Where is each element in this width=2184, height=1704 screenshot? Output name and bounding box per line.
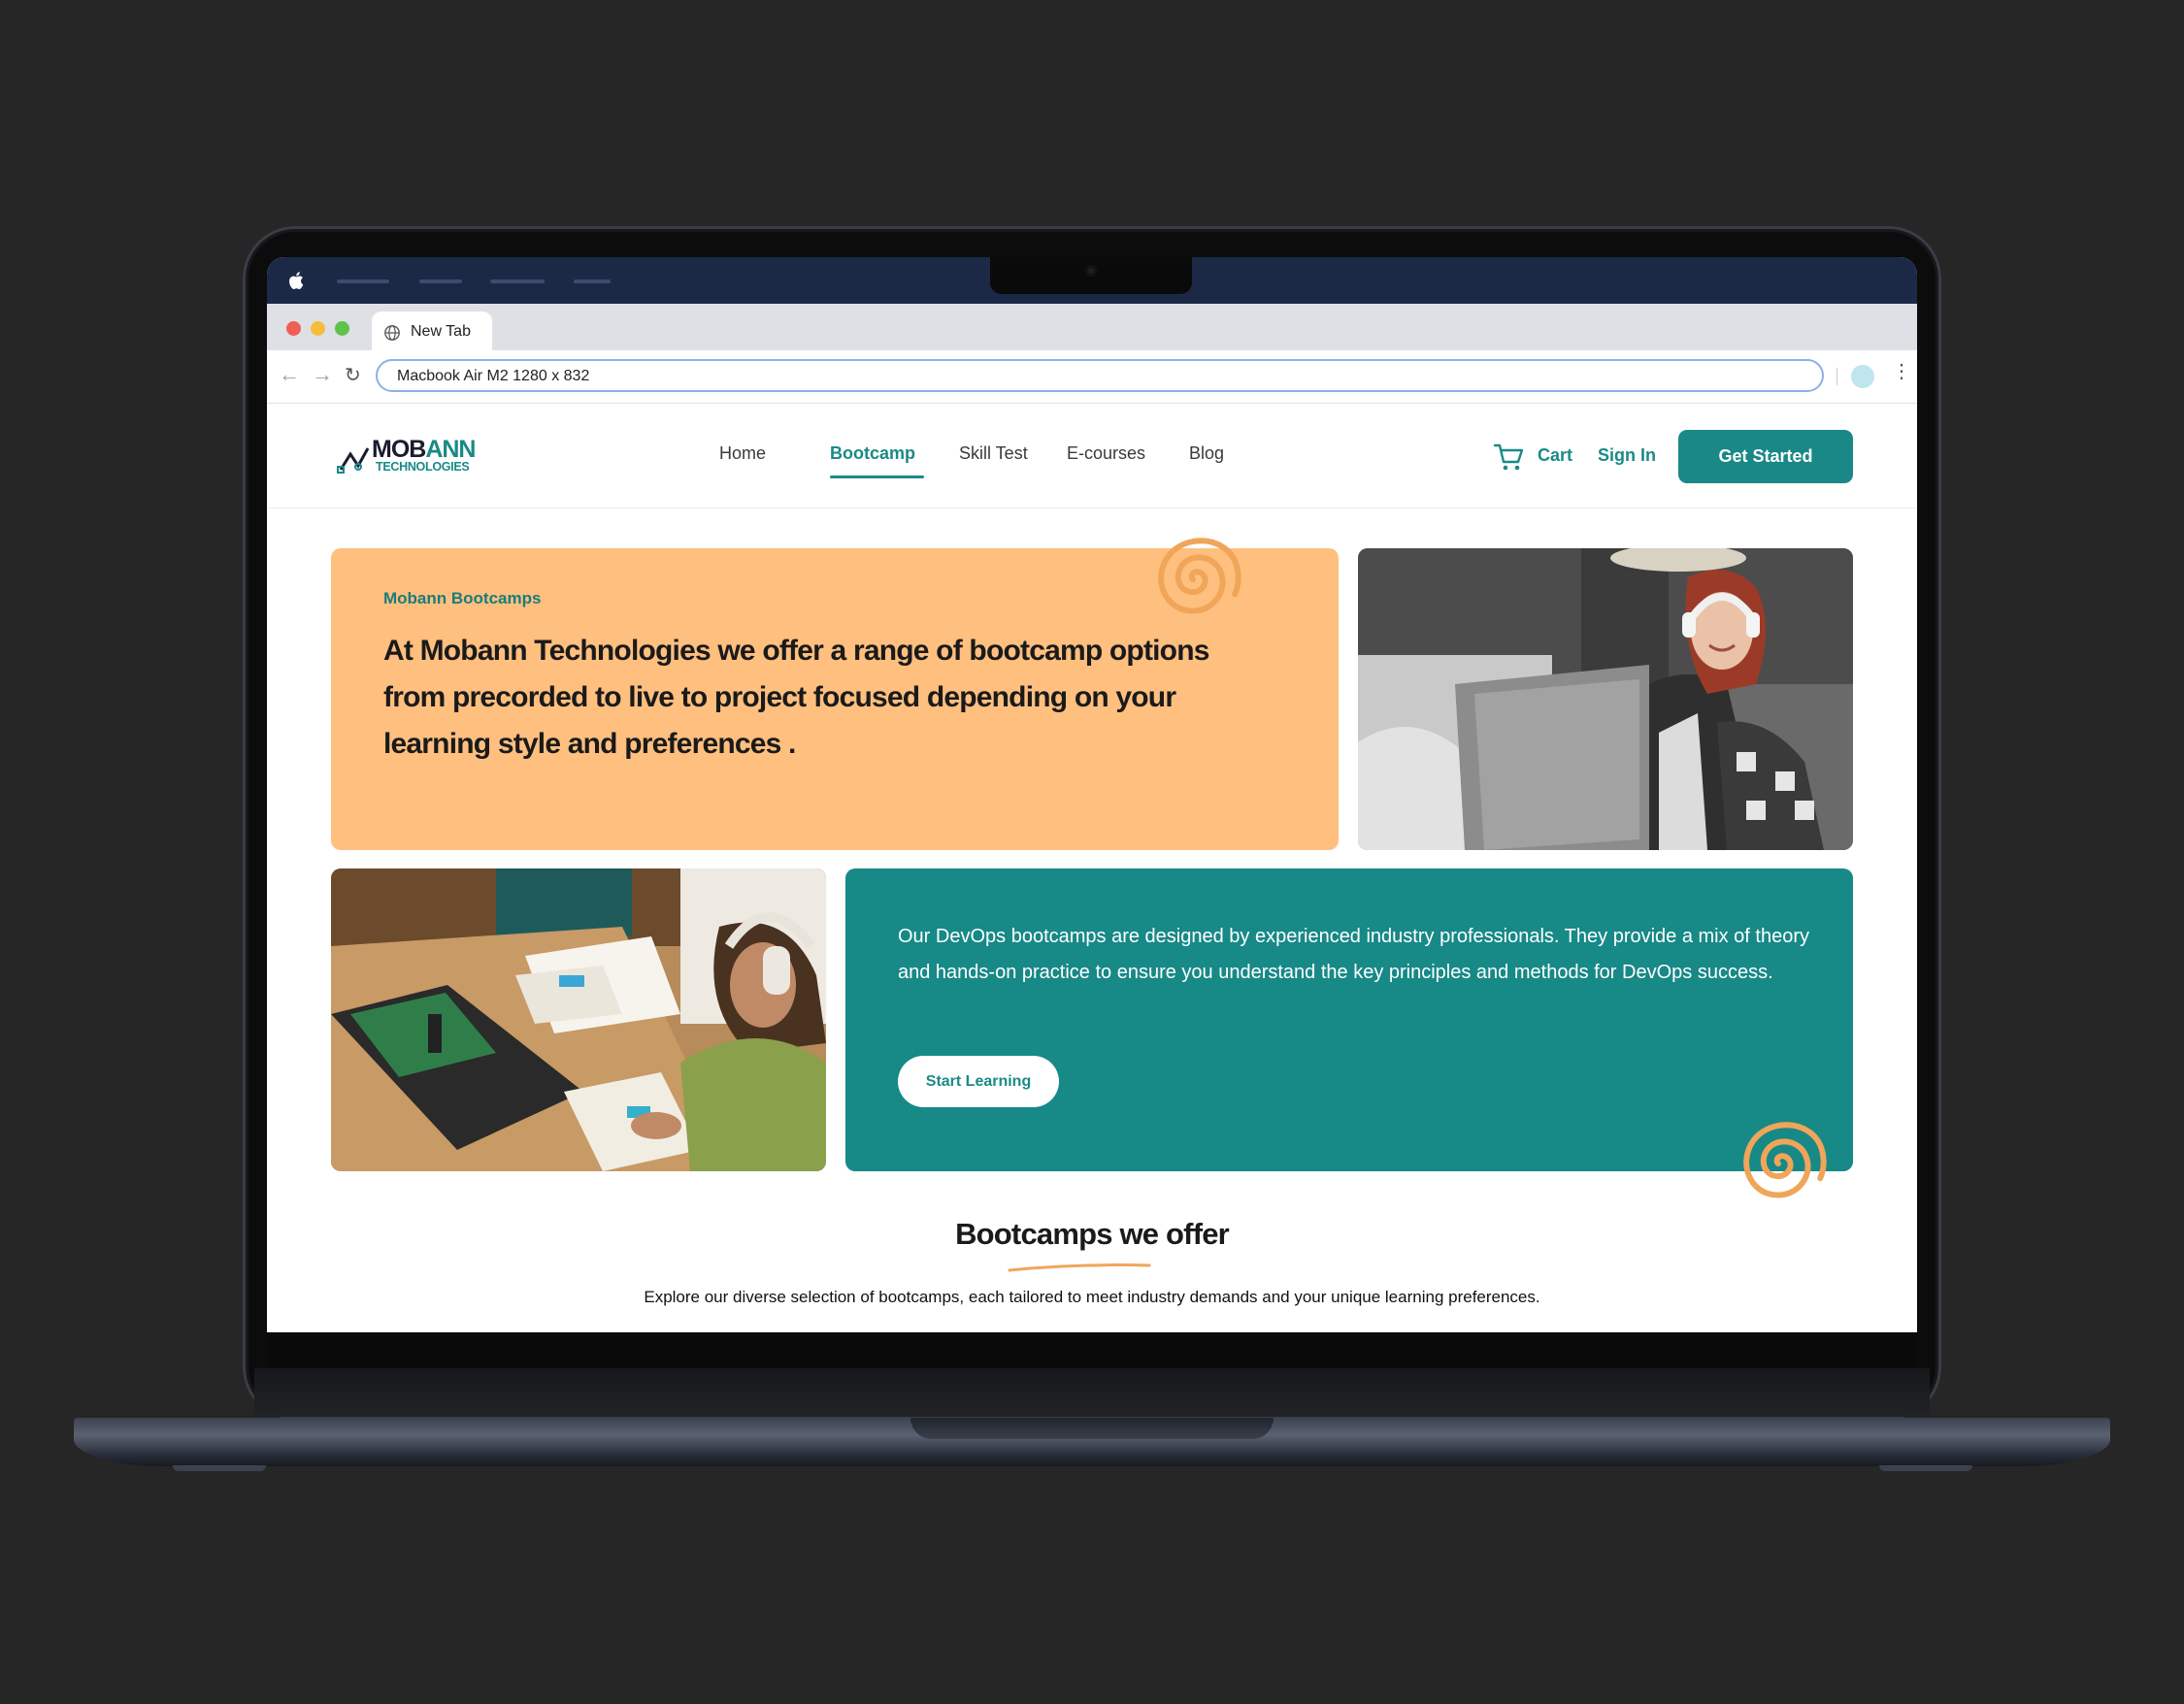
nav-home[interactable]: Home: [719, 443, 766, 464]
hero-eyebrow: Mobann Bootcamps: [383, 589, 542, 607]
bootcamps-section-title: Bootcamps we offer: [955, 1217, 1230, 1251]
sign-in-link[interactable]: Sign In: [1598, 445, 1656, 466]
spiral-decoration-icon: [1158, 538, 1241, 614]
reload-icon[interactable]: ↻: [345, 363, 361, 387]
photo-student-books: [331, 868, 826, 1171]
student-laptop-photo: [1358, 548, 1853, 850]
browser-tab-bar: New Tab: [267, 304, 1917, 350]
devops-card: Our DevOps bootcamps are designed by exp…: [845, 868, 1853, 1171]
laptop-chin: [254, 1368, 1930, 1417]
nav-e-courses[interactable]: E-courses: [1067, 443, 1145, 464]
globe-icon: [384, 325, 400, 341]
get-started-button[interactable]: Get Started: [1678, 430, 1853, 483]
menubar-item[interactable]: [337, 279, 389, 283]
nav-blog[interactable]: Blog: [1189, 443, 1224, 464]
address-text: Macbook Air M2 1280 x 832: [397, 368, 590, 384]
logo-tagline: TECHNOLOGIES: [376, 460, 470, 474]
hero-heading: At Mobann Technologies we offer a range …: [383, 635, 1209, 760]
maximize-window-button[interactable]: [335, 321, 349, 336]
cart-link[interactable]: Cart: [1538, 445, 1572, 466]
menubar-item[interactable]: [490, 279, 545, 283]
laptop-hinge-notch: [910, 1418, 1274, 1439]
more-menu-icon[interactable]: ⋮: [1892, 362, 1911, 381]
site-header: MOBANN TECHNOLOGIES Home Bootcamp Skill …: [267, 404, 1917, 508]
laptop-screen: New Tab ← → ↻ Macbook Air M2 1280 x 832 …: [267, 257, 1917, 1332]
bootcamps-section-subtitle: Explore our diverse selection of bootcam…: [644, 1288, 1540, 1306]
student-studying-photo: [331, 868, 826, 1171]
laptop-foot-right: [1879, 1465, 1972, 1471]
camera-notch: [990, 257, 1192, 294]
mobann-logo[interactable]: MOBANN TECHNOLOGIES: [337, 437, 492, 479]
nav-bootcamp[interactable]: Bootcamp: [830, 443, 915, 464]
apple-logo-icon[interactable]: [286, 269, 308, 292]
logo-mark-icon: [337, 447, 370, 474]
address-bar[interactable]: Macbook Air M2 1280 x 832: [376, 359, 1824, 392]
cart-icon[interactable]: [1493, 441, 1526, 474]
title-underline-decoration: [1008, 1263, 1151, 1272]
logo-wordmark: MOBANN: [372, 436, 477, 463]
forward-arrow-icon[interactable]: →: [312, 362, 333, 387]
profile-avatar[interactable]: [1851, 365, 1874, 388]
browser-toolbar: ← → ↻ Macbook Air M2 1280 x 832 ⋮: [267, 350, 1917, 404]
devops-description: Our DevOps bootcamps are designed by exp…: [898, 926, 1810, 983]
start-learning-button[interactable]: Start Learning: [898, 1056, 1059, 1107]
tab-title: New Tab: [411, 323, 471, 340]
browser-tab[interactable]: New Tab: [372, 311, 492, 350]
menubar-item[interactable]: [574, 279, 611, 283]
nav-skill-test[interactable]: Skill Test: [959, 443, 1028, 464]
website-page: MOBANN TECHNOLOGIES Home Bootcamp Skill …: [267, 404, 1917, 1332]
active-nav-underline: [830, 475, 924, 478]
back-arrow-icon[interactable]: ←: [279, 362, 300, 387]
close-window-button[interactable]: [286, 321, 301, 336]
photo-woman-headphones: [1358, 548, 1853, 850]
camera-icon: [1085, 265, 1097, 277]
macos-menubar: [267, 257, 1917, 304]
screen-bezel: [267, 1331, 1917, 1368]
minimize-window-button[interactable]: [311, 321, 325, 336]
spiral-decoration-icon: [1743, 1122, 1827, 1198]
laptop-foot-left: [173, 1465, 266, 1471]
menubar-item[interactable]: [419, 279, 462, 283]
